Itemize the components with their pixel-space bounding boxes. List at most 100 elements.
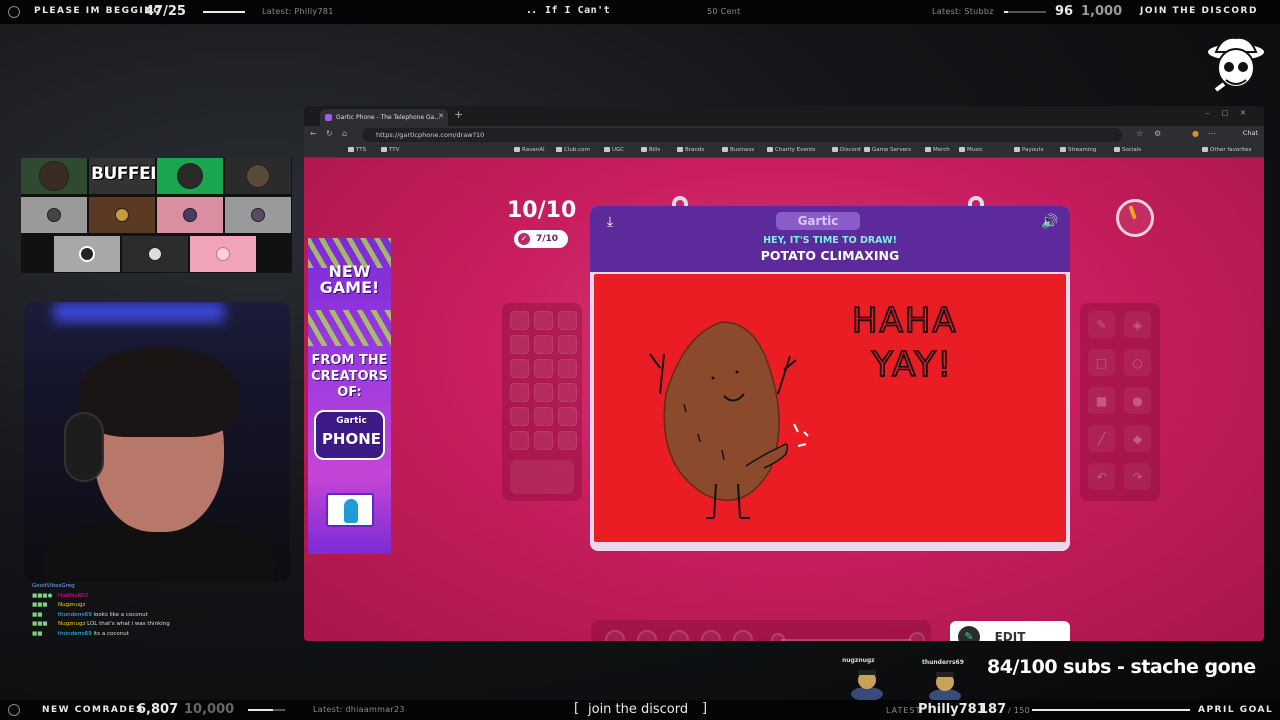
ad-subline-2: CREATORS (311, 369, 388, 384)
character-avatar-icon (929, 672, 961, 703)
home-icon[interactable]: ⌂ (342, 129, 347, 138)
fill-bucket-tool-icon[interactable]: ◆ (1124, 425, 1151, 452)
brush-size-5[interactable] (733, 630, 753, 641)
extensions-icon[interactable]: ⚙ (1154, 129, 1161, 138)
latest-label: LATEST (886, 706, 922, 715)
beg-goal-label: PLEASE IM BEGGING (34, 6, 163, 16)
stream-frame: PLEASE IM BEGGING 47/25 Latest: Philly78… (0, 0, 1280, 720)
color-swatch[interactable] (558, 383, 577, 402)
gartic-game-page: 10/10 ✓ 7/10 ✎ ◈ □ ○ ■ ● ╱ ◆ ↶ ↷ ⤓ Garti… (304, 158, 1264, 641)
opacity-slider-handle[interactable] (909, 632, 925, 641)
reload-icon[interactable]: ↻ (326, 129, 333, 138)
streamer-webcam (24, 302, 290, 582)
discord-bracket-left: [ (574, 701, 581, 716)
bookmark-item[interactable]: Payouts (1014, 147, 1044, 153)
window-controls[interactable]: –□✕ (1206, 109, 1258, 117)
color-swatch[interactable] (558, 431, 577, 450)
undo-icon[interactable]: ↶ (1088, 463, 1115, 490)
right-goal-progress-track (1008, 11, 1046, 13)
character-avatar-icon (851, 670, 883, 701)
bookmark-item[interactable]: Music (959, 147, 983, 153)
redo-icon[interactable]: ↷ (1124, 463, 1151, 490)
bookmark-item[interactable]: Charity Events (767, 147, 815, 153)
bookmark-item[interactable]: Streaming (1060, 147, 1096, 153)
color-swatch[interactable] (534, 311, 553, 330)
color-swatch[interactable] (558, 335, 577, 354)
bookmark-item[interactable]: Business (722, 147, 754, 153)
participant-tile: BUFFED (89, 158, 155, 194)
ad-banner[interactable]: NEW GAME! FROM THE CREATORS OF: Gartic P… (308, 238, 391, 554)
download-icon[interactable]: ⤓ (600, 214, 620, 234)
brush-size-panel (591, 620, 931, 641)
brush-size-3[interactable] (669, 630, 689, 641)
comrades-label: NEW COMRADES (42, 705, 144, 715)
color-swatch[interactable] (534, 431, 553, 450)
bookmarks-bar: TTS TTV RavenAI Club.com UGC Bills Brand… (304, 144, 1264, 158)
close-tab-icon[interactable]: ✕ (438, 112, 444, 120)
rectangle-tool-icon[interactable]: □ (1088, 349, 1115, 376)
circle-icon (8, 704, 20, 716)
bookmark-item[interactable]: Game Servers (864, 147, 911, 153)
beg-goal-count: 47/25 (145, 4, 186, 19)
bookmark-item[interactable]: UGC (604, 147, 624, 153)
custom-color-swatch[interactable] (510, 460, 574, 494)
edit-button[interactable]: ✎ EDIT (950, 621, 1070, 641)
participant-tile (122, 236, 188, 272)
star-icon[interactable]: ☆ (1136, 129, 1143, 138)
bookmark-item[interactable]: Socials (1114, 147, 1141, 153)
color-swatch[interactable] (534, 335, 553, 354)
latest-bottom-left: Latest: dhiaammar23 (313, 705, 405, 714)
ellipse-tool-icon[interactable]: ○ (1124, 349, 1151, 376)
back-icon[interactable]: ← (310, 129, 317, 138)
participant-tile (190, 236, 256, 272)
stream-chat: GoodVibesGreg ■■■● Hatifav802 ■■■ Nugznugz… (32, 582, 292, 639)
bookmark-item[interactable]: RavenAI (514, 147, 545, 153)
color-swatch[interactable] (510, 431, 529, 450)
bookmark-item[interactable]: Merch (925, 147, 950, 153)
color-swatch[interactable] (510, 335, 529, 354)
eraser-tool-icon[interactable]: ◈ (1124, 311, 1151, 338)
line-tool-icon[interactable]: ╱ (1088, 425, 1115, 452)
color-swatch[interactable] (534, 383, 553, 402)
url-input[interactable]: https://garticphone.com/draw?10 (362, 128, 1122, 142)
brush-size-2[interactable] (637, 630, 657, 641)
drawing-canvas[interactable]: HAHA YAY! (594, 274, 1066, 542)
subs-goal-text: 84/100 subs - stache gone (987, 656, 1256, 678)
color-swatch[interactable] (534, 359, 553, 378)
new-tab-icon[interactable]: + (454, 108, 463, 121)
filled-ellipse-tool-icon[interactable]: ● (1124, 387, 1151, 414)
color-swatch[interactable] (558, 311, 577, 330)
brush-size-1[interactable] (605, 630, 625, 641)
round-counter: 10/10 (507, 198, 577, 223)
color-swatch[interactable] (510, 311, 529, 330)
chat-button[interactable]: Chat (1243, 129, 1258, 137)
profile-avatar[interactable]: ● (1192, 129, 1199, 138)
latest-right: Latest: Stubbz (932, 7, 994, 16)
bookmark-item[interactable]: TTV (381, 147, 399, 153)
bookmark-item[interactable]: Discord (832, 147, 861, 153)
circle-icon (8, 6, 20, 18)
color-swatch[interactable] (510, 359, 529, 378)
menu-icon[interactable]: ⋯ (1208, 129, 1216, 138)
bookmark-item[interactable]: TTS (348, 147, 366, 153)
tab-gartic-phone[interactable]: Gartic Phone - The Telephone Ga... ✕ (320, 109, 448, 126)
opacity-slider[interactable] (781, 639, 911, 641)
color-swatch[interactable] (510, 407, 529, 426)
brush-size-4[interactable] (701, 630, 721, 641)
bookmark-item[interactable]: Club.com (556, 147, 590, 153)
bookmark-other-favorites[interactable]: Other favorites (1202, 147, 1252, 153)
pencil-tool-icon[interactable]: ✎ (1088, 311, 1115, 338)
volume-icon[interactable]: 🔊 (1040, 214, 1060, 234)
bookmark-item[interactable]: Brands (677, 147, 704, 153)
tab-title: Gartic Phone - The Telephone Ga... (336, 114, 441, 121)
bookmark-item[interactable]: Bills (641, 147, 660, 153)
now-playing-song: If I Can't (545, 5, 611, 16)
color-swatch[interactable] (558, 359, 577, 378)
color-swatch[interactable] (558, 407, 577, 426)
overlay-bottom-bar: NEW COMRADES 6,807 10,000 Latest: dhiaam… (0, 700, 1280, 720)
gartic-phone-logo: Gartic PHONE (314, 410, 385, 460)
filled-rectangle-tool-icon[interactable]: ■ (1088, 387, 1115, 414)
color-swatch[interactable] (510, 383, 529, 402)
participant-tile (21, 158, 87, 194)
color-swatch[interactable] (534, 407, 553, 426)
